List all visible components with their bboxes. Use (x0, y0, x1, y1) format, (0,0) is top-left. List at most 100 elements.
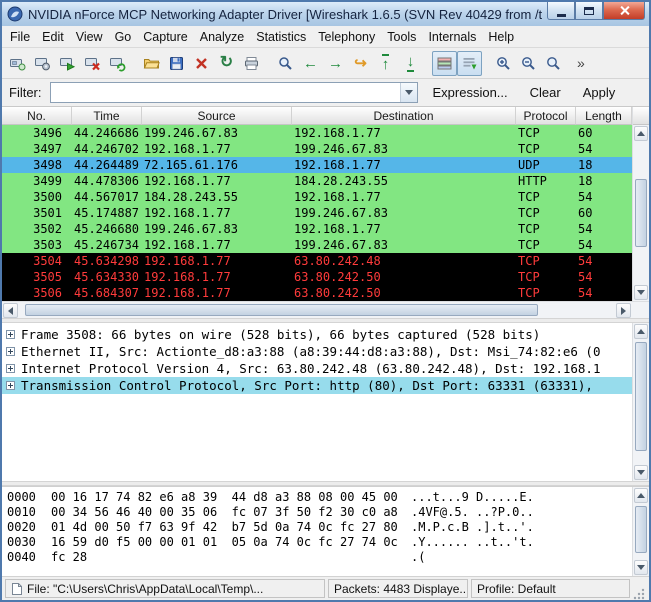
hex-line[interactable]: 0020 01 4d 00 50 f7 63 9f 42 b7 5d 0a 74… (7, 520, 632, 535)
scrollbar-thumb[interactable] (25, 304, 538, 316)
table-row[interactable]: 3506 45.684307 192.168.1.77 63.80.242.50… (2, 285, 632, 301)
detail-ethernet-line[interactable]: Ethernet II, Src: Actionte_d8:a3:88 (a8:… (2, 343, 632, 360)
detail-frame-line[interactable]: Frame 3508: 66 bytes on wire (528 bits),… (2, 326, 632, 343)
zoom-100-button[interactable] (541, 51, 566, 76)
column-time[interactable]: Time (72, 107, 142, 125)
auto-scroll-toggle-button[interactable] (457, 51, 482, 76)
apply-button[interactable]: Apply (576, 82, 623, 103)
restart-capture-button[interactable] (105, 51, 130, 76)
list-interfaces-button[interactable] (5, 51, 30, 76)
auto-scroll-icon (462, 56, 477, 71)
resize-grip[interactable] (633, 587, 646, 600)
scroll-up-button[interactable] (634, 324, 648, 339)
go-back-button[interactable]: ← (298, 51, 323, 76)
detail-ip-line[interactable]: Internet Protocol Version 4, Src: 63.80.… (2, 360, 632, 377)
scrollbar-thumb[interactable] (635, 342, 647, 451)
packet-length: 60 (576, 126, 632, 140)
table-row[interactable]: 3503 45.246734 192.168.1.77 199.246.67.8… (2, 237, 632, 253)
column-protocol[interactable]: Protocol (516, 107, 576, 125)
toolbar-overflow-button[interactable]: » (575, 55, 587, 71)
filter-dropdown-button[interactable] (400, 83, 417, 102)
stop-capture-button[interactable] (80, 51, 105, 76)
menu-analyze[interactable]: Analyze (194, 28, 250, 46)
zoom-out-icon (520, 55, 537, 72)
packet-list-vscrollbar[interactable] (632, 107, 649, 301)
maximize-button[interactable] (575, 2, 603, 20)
packet-length: 54 (576, 238, 632, 252)
menu-go[interactable]: Go (109, 28, 138, 46)
open-file-button[interactable] (139, 51, 164, 76)
save-file-button[interactable] (164, 51, 189, 76)
menu-file[interactable]: File (4, 28, 36, 46)
minimize-button[interactable] (547, 2, 575, 20)
capture-options-button[interactable] (30, 51, 55, 76)
go-to-packet-button[interactable]: ↪ (348, 51, 373, 76)
packet-source: 192.168.1.77 (142, 254, 292, 268)
table-row[interactable]: 3504 45.634298 192.168.1.77 63.80.242.48… (2, 253, 632, 269)
table-row[interactable]: 3499 44.478306 192.168.1.77 184.28.243.5… (2, 173, 632, 189)
packet-list-hscrollbar[interactable] (2, 301, 649, 318)
column-no[interactable]: No. (2, 107, 72, 125)
find-packet-button[interactable] (273, 51, 298, 76)
title-bar[interactable]: NVIDIA nForce MCP Networking Adapter Dri… (2, 2, 649, 26)
zoom-in-button[interactable] (491, 51, 516, 76)
zoom-out-button[interactable] (516, 51, 541, 76)
clear-button[interactable]: Clear (523, 82, 568, 103)
menu-edit[interactable]: Edit (36, 28, 70, 46)
scroll-up-button[interactable] (634, 488, 648, 503)
table-row[interactable]: 3500 44.567017 184.28.243.55 192.168.1.7… (2, 189, 632, 205)
packet-length: 54 (576, 190, 632, 204)
scroll-down-button[interactable] (634, 560, 648, 575)
expand-icon[interactable] (6, 347, 15, 356)
hex-line[interactable]: 0000 00 16 17 74 82 e6 a8 39 44 d8 a3 88… (7, 490, 632, 505)
expression-button[interactable]: Expression... (426, 82, 515, 103)
scroll-left-button[interactable] (3, 303, 18, 318)
detail-tcp-line-selected[interactable]: Transmission Control Protocol, Src Port:… (2, 377, 632, 394)
table-row[interactable]: 3501 45.174887 192.168.1.77 199.246.67.8… (2, 205, 632, 221)
hex-line[interactable]: 0040 fc 28 .( (7, 550, 632, 565)
menu-internals[interactable]: Internals (422, 28, 482, 46)
close-button[interactable] (603, 2, 645, 20)
filter-bar: Filter: Expression... Clear Apply (2, 79, 649, 107)
start-capture-button[interactable] (55, 51, 80, 76)
go-to-bottom-button[interactable]: ↓ (398, 51, 423, 76)
scroll-up-button[interactable] (634, 126, 648, 141)
go-forward-button[interactable]: → (323, 51, 348, 76)
scrollbar-thumb[interactable] (635, 179, 647, 247)
column-length[interactable]: Length (576, 107, 632, 125)
column-destination[interactable]: Destination (292, 107, 516, 125)
menu-tools[interactable]: Tools (381, 28, 422, 46)
colorize-toggle-button[interactable] (432, 51, 457, 76)
scroll-down-button[interactable] (634, 465, 648, 480)
scroll-right-button[interactable] (616, 303, 631, 318)
expand-icon[interactable] (6, 364, 15, 373)
hex-vscrollbar[interactable] (632, 487, 649, 576)
menu-statistics[interactable]: Statistics (250, 28, 312, 46)
packet-source: 192.168.1.77 (142, 142, 292, 156)
details-vscrollbar[interactable] (632, 323, 649, 481)
scroll-down-button[interactable] (634, 285, 648, 300)
table-row[interactable]: 3505 45.634330 192.168.1.77 63.80.242.50… (2, 269, 632, 285)
menu-help[interactable]: Help (482, 28, 520, 46)
hex-line[interactable]: 0030 16 59 d0 f5 00 00 01 01 05 0a 74 0c… (7, 535, 632, 550)
table-row[interactable]: 3497 44.246702 192.168.1.77 199.246.67.8… (2, 141, 632, 157)
close-file-button[interactable] (189, 51, 214, 76)
menu-telephony[interactable]: Telephony (312, 28, 381, 46)
hex-line[interactable]: 0010 00 34 56 46 40 00 35 06 fc 07 3f 50… (7, 505, 632, 520)
menu-capture[interactable]: Capture (137, 28, 193, 46)
table-row-selected[interactable]: 3498 44.264489 72.165.61.176 192.168.1.7… (2, 157, 632, 173)
table-row[interactable]: 3502 45.246680 199.246.67.83 192.168.1.7… (2, 221, 632, 237)
top-arrow-icon: ↑ (382, 54, 390, 72)
expand-icon[interactable] (6, 381, 15, 390)
scrollbar-thumb[interactable] (635, 506, 647, 553)
table-row[interactable]: 3496 44.246686 199.246.67.83 192.168.1.7… (2, 125, 632, 141)
filter-label: Filter: (9, 85, 42, 100)
reload-button[interactable]: ↻ (214, 51, 239, 76)
menu-view[interactable]: View (70, 28, 109, 46)
go-to-top-button[interactable]: ↑ (373, 51, 398, 76)
print-button[interactable] (239, 51, 264, 76)
expand-icon[interactable] (6, 330, 15, 339)
filter-input[interactable] (51, 83, 400, 102)
column-source[interactable]: Source (142, 107, 292, 125)
file-icon (11, 582, 23, 596)
